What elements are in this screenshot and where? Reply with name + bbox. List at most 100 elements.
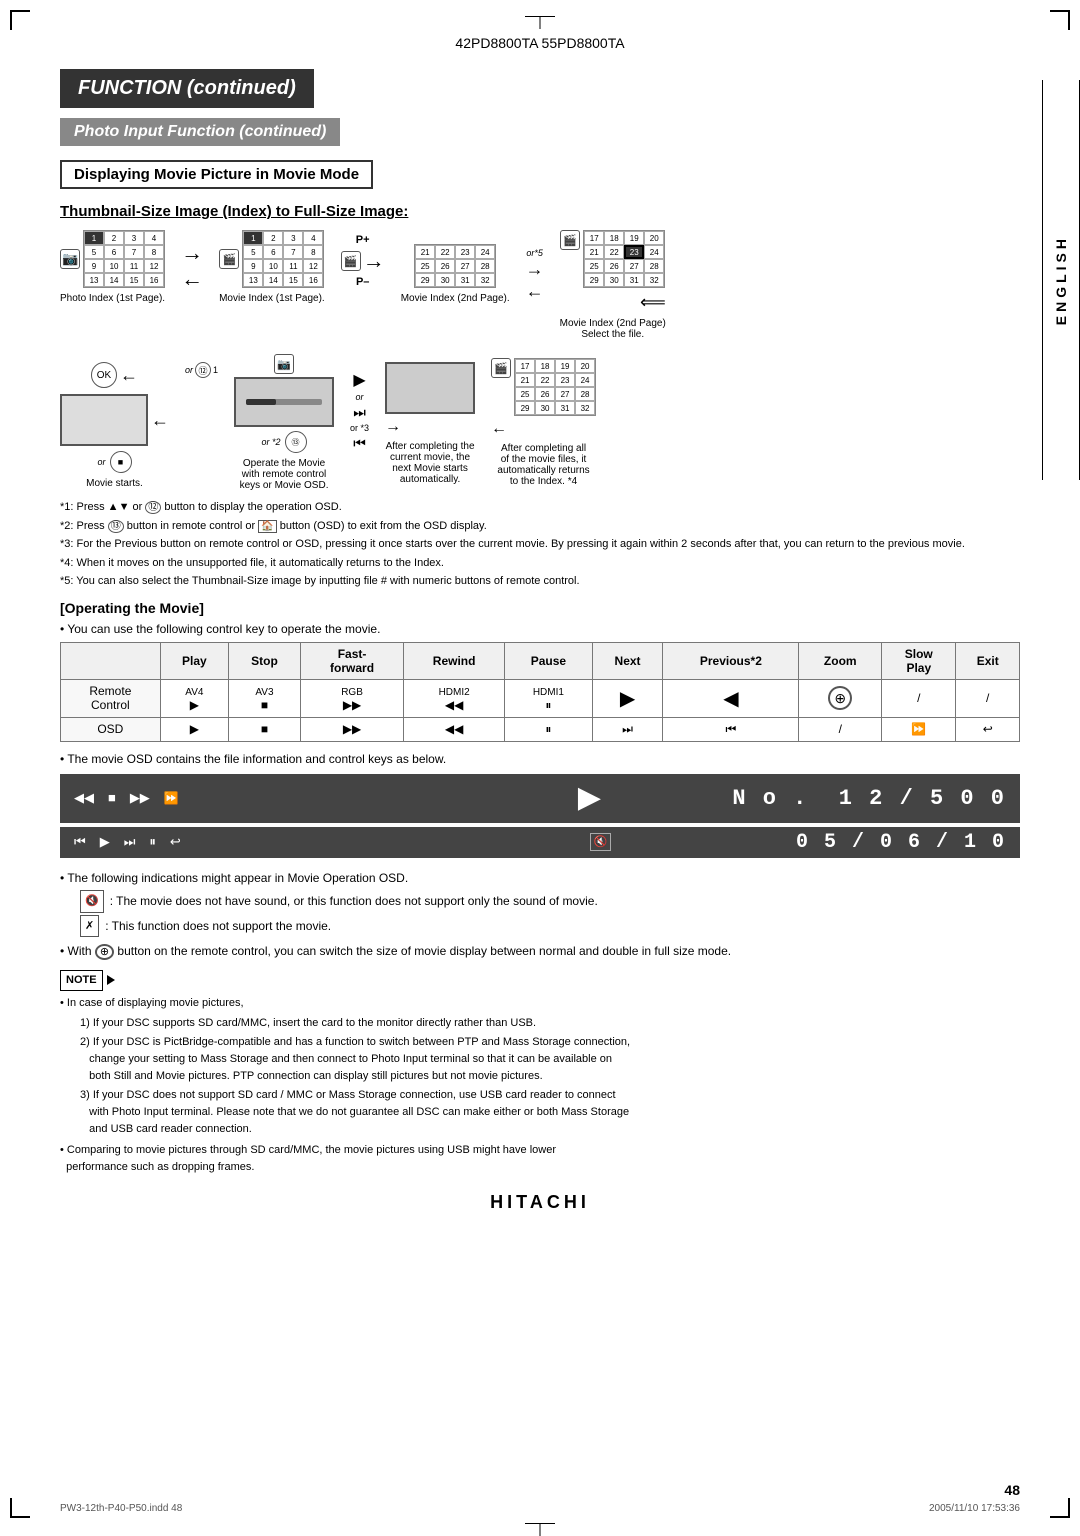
osd-ctrl-rw: ◀◀ bbox=[74, 791, 94, 806]
arrow-right-4: → bbox=[385, 418, 401, 436]
arrow-left-4: ← bbox=[151, 410, 169, 431]
operate-movie-label: Operate the Moviewith remote controlkeys… bbox=[240, 458, 329, 491]
after-current-label: After completing thecurrent movie, thene… bbox=[386, 441, 475, 485]
osd-note: • The movie OSD contains the file inform… bbox=[60, 752, 1020, 766]
photo-index-unit: 📷 1 2 3 4 5 6 7 8 9 10 11 12 13 14 15 bbox=[60, 230, 165, 304]
model-number: 42PD8800TA 55PD8800TA bbox=[60, 35, 1020, 51]
operate-movie-unit: 📷 or *2 ⑬ Operate the Moviewith remote c… bbox=[234, 354, 334, 491]
movie-icon-3: 🎬 bbox=[560, 230, 580, 250]
bullet-no-sound: 🔇 : The movie does not have sound, or th… bbox=[80, 890, 1020, 913]
movie-icon-1: 🎬 bbox=[219, 249, 239, 269]
osd-prev: ⏮ bbox=[663, 717, 799, 741]
remote-ff: RGB▶▶ bbox=[300, 679, 403, 717]
corner-mark-tr bbox=[1050, 10, 1070, 30]
osd-play: ▶ bbox=[160, 717, 228, 741]
side-label: ENGLISH bbox=[1053, 235, 1069, 325]
bullets-section: • The following indications might appear… bbox=[60, 868, 1020, 962]
footnote-1: *1: Press ▲▼ or ⑫ button to display the … bbox=[60, 499, 1020, 516]
movie-starts-unit: OK ← ← or ■ Movie starts. bbox=[60, 354, 169, 489]
remote-prev: ◀ bbox=[663, 679, 799, 717]
or5-label: or*5 bbox=[526, 248, 543, 258]
osd-ctrl-exit2: ↩ bbox=[170, 835, 181, 850]
arrow-right-1: → bbox=[181, 240, 203, 266]
arrow-left-2: ← bbox=[526, 281, 544, 302]
osd-play-large: ▶ bbox=[578, 780, 601, 817]
osd-ctrl-play2: ▶ bbox=[100, 835, 110, 850]
col-header-zoom: Zoom bbox=[799, 642, 882, 679]
col-header-pause: Pause bbox=[505, 642, 593, 679]
footnotes-section: *1: Press ▲▼ or ⑫ button to display the … bbox=[60, 499, 1020, 590]
movie-mode-banner: Displaying Movie Picture in Movie Mode bbox=[60, 160, 373, 189]
row-label-osd: OSD bbox=[61, 717, 161, 741]
osd-exit: ↩ bbox=[956, 717, 1020, 741]
note-item-3: 3) If your DSC does not support SD card … bbox=[80, 1087, 1020, 1138]
control-table: Play Stop Fast-forward Rewind Pause Next… bbox=[60, 642, 1020, 742]
photo-input-banner: Photo Input Function (continued) bbox=[60, 118, 340, 146]
osd-mute-icon: 🔇 bbox=[590, 833, 612, 851]
arrow-right-2: → bbox=[363, 248, 385, 274]
osd-info-1: N o . 1 2 / 5 0 0 bbox=[635, 786, 1006, 811]
osd-zoom: / bbox=[799, 717, 882, 741]
after-all-label: After completing allof the movie files, … bbox=[497, 443, 589, 487]
table-row-remote: RemoteControl AV4▶ AV3■ RGB▶▶ HDMI2◀◀ HD… bbox=[61, 679, 1020, 717]
corner-mark-tl bbox=[10, 10, 30, 30]
circle-btn-1: ■ bbox=[110, 451, 132, 473]
movie-index1-unit: 🎬 1 2 3 4 5 6 7 8 9 10 11 12 13 14 15 bbox=[219, 230, 325, 304]
footnote-3: *3: For the Previous button on remote co… bbox=[60, 536, 1020, 553]
remote-play: AV4▶ bbox=[160, 679, 228, 717]
movie-starts-label: Movie starts. bbox=[86, 478, 143, 489]
or-label-2: or *2 bbox=[262, 437, 281, 447]
footnote-2: *2: Press ⑬ button in remote control or … bbox=[60, 518, 1020, 535]
brand-footer: HITACHI bbox=[60, 1192, 1020, 1213]
osd-pause: ⏸ bbox=[505, 717, 593, 741]
remote-next: ▶ bbox=[592, 679, 663, 717]
side-label-container: ENGLISH bbox=[1042, 80, 1080, 480]
note-intro: • In case of displaying movie pictures, bbox=[60, 995, 1020, 1012]
col-header-exit: Exit bbox=[956, 642, 1020, 679]
bullet-zoom-switch: • With ⊕ button on the remote control, y… bbox=[60, 941, 1020, 962]
note-arrow-icon bbox=[107, 975, 115, 985]
movie-screen-1 bbox=[60, 394, 148, 446]
center-top-mark bbox=[525, 10, 555, 11]
arrow-left-5: ← bbox=[491, 420, 507, 438]
col-header-next: Next bbox=[592, 642, 663, 679]
function-banner: FUNCTION (continued) bbox=[60, 69, 314, 108]
movie-index1-label: Movie Index (1st Page). bbox=[219, 293, 325, 304]
bullet-not-supported: ✗ : This function does not support the m… bbox=[80, 915, 1020, 938]
after-all-unit: 🎬 17 18 19 20 21 22 23 24 25 26 27 28 29… bbox=[491, 354, 596, 487]
footnote-5: *5: You can also select the Thumbnail-Si… bbox=[60, 573, 1020, 590]
top-diagrams: 📷 1 2 3 4 5 6 7 8 9 10 11 12 13 14 15 bbox=[60, 230, 1020, 340]
camera-icon: 📷 bbox=[60, 249, 80, 269]
col-header-ff: Fast-forward bbox=[300, 642, 403, 679]
next-track-icon: ⏭ bbox=[353, 404, 366, 421]
osd-bar-2: ⏮ ▶ ⏭ ⏸ ↩ 🔇 0 5 / 0 6 / 1 0 bbox=[60, 827, 1020, 858]
movie-index2b-label: Movie Index (2nd Page)Select the file. bbox=[560, 318, 666, 340]
col-header-slow: SlowPlay bbox=[882, 642, 956, 679]
page-plus: P+ bbox=[356, 234, 370, 246]
camera-icon-2: 📷 bbox=[274, 354, 294, 374]
arrow-left-select: ⟸ bbox=[640, 292, 666, 313]
operating-movie-subtitle: • You can use the following control key … bbox=[60, 622, 1020, 636]
movie-index2a-label: Movie Index (2nd Page). bbox=[401, 293, 510, 304]
arrow-left-1: ← bbox=[181, 266, 203, 292]
remote-rewind: HDMI2◀◀ bbox=[404, 679, 505, 717]
prev-track-icon: ⏮ bbox=[353, 435, 366, 452]
movie-index2a-unit: 21 22 23 24 25 26 27 28 29 30 31 32 Movi… bbox=[401, 230, 510, 304]
photo-index-label: Photo Index (1st Page). bbox=[60, 293, 165, 304]
osd-rewind: ◀◀ bbox=[404, 717, 505, 741]
next-icon: ▶ bbox=[353, 370, 365, 390]
footer-date: 2005/11/10 17:53:36 bbox=[929, 1503, 1020, 1514]
remote-exit: / bbox=[956, 679, 1020, 717]
arrow-left-3: ← bbox=[120, 365, 138, 386]
or-label-3: or bbox=[356, 392, 364, 402]
note-section: NOTE • In case of displaying movie pictu… bbox=[60, 970, 1020, 1177]
osd-ctrl-next: ⏭ bbox=[124, 835, 136, 850]
movie-index2b-unit: 🎬 17 18 19 20 21 22 23 24 25 26 27 28 29… bbox=[560, 230, 666, 340]
osd-ctrl-stop: ■ bbox=[108, 791, 116, 806]
osd-ff: ▶▶ bbox=[300, 717, 403, 741]
or3-label: or *3 bbox=[350, 423, 369, 433]
page-minus: P– bbox=[356, 276, 369, 288]
footer-file: PW3-12th-P40-P50.indd 48 bbox=[60, 1503, 182, 1514]
movie-icon-2: 🎬 bbox=[341, 251, 361, 271]
col-header-stop: Stop bbox=[229, 642, 301, 679]
